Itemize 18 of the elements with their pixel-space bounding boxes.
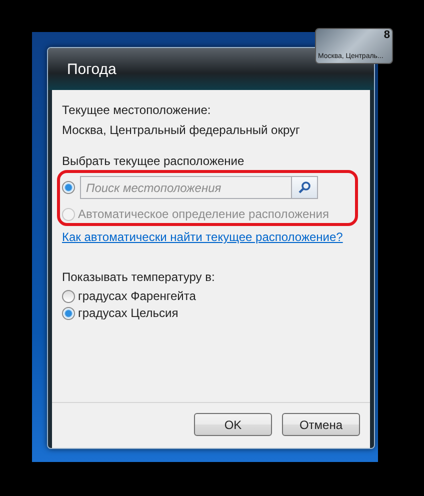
temperature-unit-label: Показывать температуру в: (62, 269, 216, 286)
radio-button[interactable] (62, 181, 75, 194)
radio-button[interactable] (62, 306, 75, 320)
location-search-field[interactable]: Поиск местоположения (80, 176, 291, 199)
help-link[interactable]: Как автоматически найти текущее расположение? (62, 230, 360, 244)
search-button[interactable] (291, 176, 318, 199)
radio-button[interactable] (62, 290, 75, 302)
search-icon (298, 181, 311, 194)
current-location-label: Текущее местоположение: (62, 102, 212, 119)
radio-label: Автоматическое определение расположения (78, 207, 330, 221)
radio-label: градусах Фаренгейта (78, 289, 196, 303)
current-location-value: Москва, Центральный федеральный округ (62, 122, 301, 139)
radio-label: градусах Цельсия (78, 306, 178, 320)
choose-location-label: Выбрать текущее расположение (62, 153, 246, 170)
gadget-temperature: 8 (384, 29, 390, 41)
window-title: Погода (67, 60, 116, 78)
dialog-button[interactable]: Отмена (282, 413, 360, 436)
dialog-button[interactable]: OK (194, 413, 272, 436)
